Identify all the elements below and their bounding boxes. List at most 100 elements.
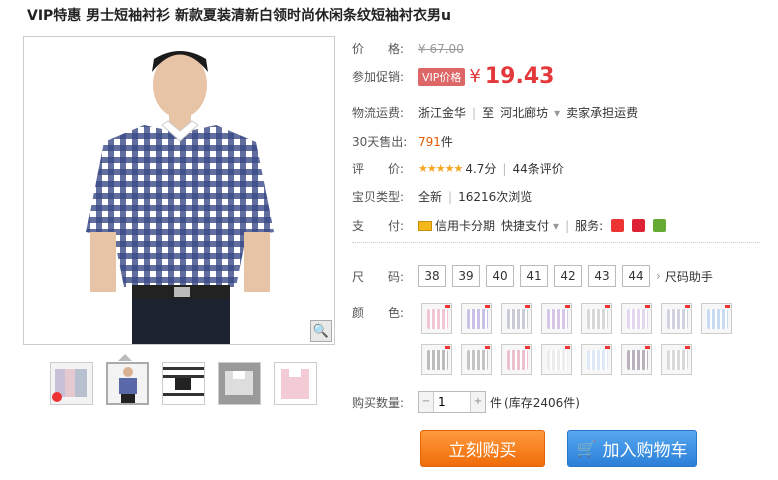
payment-row: 支 付: 信用卡分期 快捷支付 ▾ | 服务:	[352, 217, 667, 234]
shirt-swatch-icon	[707, 309, 728, 329]
promo-row: 参加促销: VIP价格 ¥ 19.43	[352, 64, 554, 89]
original-price: ¥ 67.00	[418, 41, 464, 56]
size-option[interactable]: 44	[622, 265, 650, 287]
size-option[interactable]: 41	[520, 265, 548, 287]
size-option[interactable]: 39	[452, 265, 480, 287]
color-swatch[interactable]	[541, 303, 572, 334]
shipping-from: 浙江金华	[418, 106, 467, 120]
thumb-stripes-icon	[163, 363, 204, 404]
item-type-label: 宝贝类型:	[352, 190, 405, 204]
swatch-tag-icon	[525, 305, 530, 308]
size-helper-link[interactable]: 尺码助手	[665, 268, 713, 285]
color-swatch[interactable]	[541, 344, 572, 375]
thumbnail-4[interactable]	[218, 362, 261, 405]
swatch-tag-icon	[565, 346, 570, 349]
sales-row: 30天售出: 791 件	[352, 133, 453, 150]
stock-text: (库存2406件)	[504, 395, 580, 410]
promo-label: 参加促销:	[352, 70, 405, 84]
thumbnail-1[interactable]	[50, 362, 93, 405]
shipping-fee: 卖家承担运费	[566, 106, 639, 120]
thumb-shirts-icon	[52, 369, 87, 402]
consumer-protection-icon[interactable]	[653, 219, 667, 232]
shirt-swatch-icon	[587, 350, 608, 370]
shirt-swatch-icon	[667, 350, 688, 370]
thumb-pink-shirt-icon	[275, 363, 316, 404]
swatch-tag-icon	[525, 346, 530, 349]
size-option[interactable]: 42	[554, 265, 582, 287]
color-swatch[interactable]	[581, 303, 612, 334]
rating-row: 评 价: ★★★★★ 4.7分 | 44条评价	[352, 160, 564, 177]
price-label: 价 格:	[352, 42, 405, 56]
payment-label: 支 付:	[352, 219, 405, 233]
quantity-unit: 件	[490, 395, 503, 410]
rating-stars-icon: ★★★★★	[418, 162, 463, 175]
price-row: 价 格: ¥ 67.00	[352, 40, 464, 57]
color-label-row: 颜 色:	[352, 304, 418, 321]
quantity-label: 购买数量:	[352, 395, 405, 410]
color-swatch[interactable]	[461, 344, 492, 375]
seven-day-return-icon[interactable]	[611, 219, 625, 232]
size-option[interactable]: 40	[486, 265, 514, 287]
shipping-row: 物流运费: 浙江金华 | 至 河北廊坊 ▾ 卖家承担运费	[352, 104, 639, 121]
color-swatch[interactable]	[581, 344, 612, 375]
quantity-stepper[interactable]: − +	[418, 391, 486, 413]
genuine-guarantee-icon[interactable]	[632, 219, 646, 232]
shirt-swatch-icon	[427, 309, 448, 329]
size-option[interactable]: 43	[588, 265, 616, 287]
color-swatch[interactable]	[501, 303, 532, 334]
swatch-tag-icon	[645, 346, 650, 349]
payment-method-installment[interactable]: 信用卡分期	[435, 217, 495, 234]
thumbnail-5[interactable]	[274, 362, 317, 405]
color-swatch[interactable]	[621, 303, 652, 334]
shirt-swatch-icon	[627, 350, 648, 370]
payment-method-quick[interactable]: 快捷支付	[501, 217, 549, 234]
item-type-row: 宝贝类型: 全新 | 16216次浏览	[352, 189, 533, 205]
thumbnail-2[interactable]	[106, 362, 149, 405]
swatch-tag-icon	[565, 305, 570, 308]
color-swatch[interactable]	[661, 344, 692, 375]
swatch-tag-icon	[725, 305, 730, 308]
color-swatch[interactable]	[501, 344, 532, 375]
active-thumb-indicator	[118, 354, 132, 361]
shirt-swatch-icon	[547, 309, 568, 329]
color-swatch[interactable]	[421, 303, 452, 334]
decrement-button[interactable]: −	[419, 392, 433, 412]
zoom-icon[interactable]: 🔍	[310, 320, 332, 342]
color-swatch[interactable]	[461, 303, 492, 334]
swatch-tag-icon	[685, 305, 690, 308]
vip-badge: VIP价格	[418, 67, 466, 86]
quantity-row: 购买数量: − + 件 (库存2406件)	[352, 391, 580, 413]
service-label: 服务:	[575, 219, 604, 233]
chevron-down-icon[interactable]: ▾	[554, 106, 560, 120]
product-title: VIP特惠 男士短袖衬衫 新款夏装清新白领时尚休闲条纹短袖衬衣男u	[27, 8, 452, 24]
swatch-tag-icon	[445, 346, 450, 349]
sales-unit: 件	[440, 135, 453, 149]
color-swatch[interactable]	[661, 303, 692, 334]
size-label: 尺 码:	[352, 269, 405, 284]
thumbnail-3[interactable]	[162, 362, 205, 405]
rating-label: 评 价:	[352, 162, 405, 176]
shipping-label: 物流运费:	[352, 106, 405, 120]
cart-icon: 🛒	[576, 439, 597, 458]
size-option[interactable]: 38	[418, 265, 446, 287]
currency-symbol: ¥	[469, 66, 481, 87]
add-to-cart-label: 加入购物车	[602, 441, 688, 461]
reviews-link[interactable]: 44条评价	[512, 160, 563, 177]
rating-score: 4.7分	[465, 162, 497, 176]
credit-card-icon	[418, 220, 432, 231]
shirt-swatch-icon	[547, 350, 568, 370]
color-swatch[interactable]	[421, 344, 452, 375]
increment-button[interactable]: +	[471, 392, 485, 412]
swatch-tag-icon	[645, 305, 650, 308]
product-main-image[interactable]: 🔍	[23, 36, 335, 345]
color-swatch[interactable]	[621, 344, 652, 375]
chevron-down-icon[interactable]: ▾	[553, 219, 559, 233]
swatch-tag-icon	[485, 305, 490, 308]
quantity-input[interactable]	[433, 392, 471, 412]
shirt-swatch-icon	[467, 309, 488, 329]
color-swatch[interactable]	[701, 303, 732, 334]
buy-now-button[interactable]: 立刻购买	[420, 430, 545, 467]
add-to-cart-button[interactable]: 🛒 加入购物车	[567, 430, 697, 467]
shipping-to[interactable]: 河北廊坊	[500, 104, 548, 121]
swatch-tag-icon	[685, 346, 690, 349]
